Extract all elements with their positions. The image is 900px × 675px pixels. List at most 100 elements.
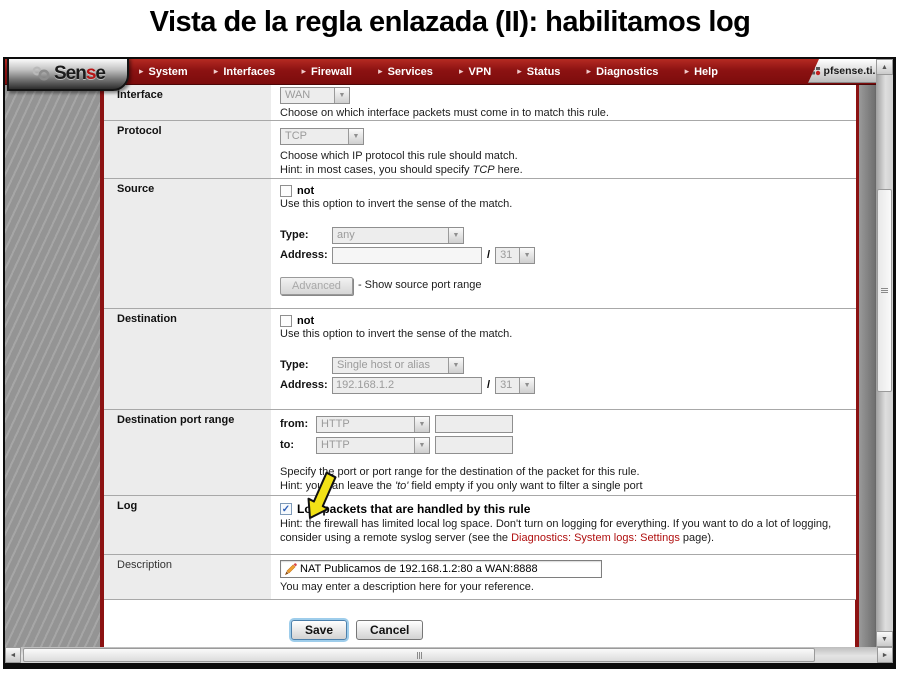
browser-tab-pfsense[interactable]: pfsense.ti. [808, 59, 878, 83]
port-from-select[interactable]: HTTP ▼ [316, 416, 430, 433]
source-not-line: not [280, 185, 848, 197]
syslog-settings-link[interactable]: Diagnostics: System logs: Settings [511, 532, 680, 544]
nav-item-vpn[interactable]: ▸ VPN [459, 66, 491, 78]
browser-screenshot: ▸ System ▸ Interfaces ▸ Firewall ▸ Servi… [3, 57, 896, 669]
port-to-line: HTTP ▼ [316, 436, 848, 454]
nav-item-status[interactable]: ▸ Status [517, 66, 560, 78]
field-value-log: ✓ Log packets that are handled by this r… [271, 496, 856, 554]
pfsense-gears-icon [31, 66, 53, 82]
log-hint: Hint: the firewall has limited local log… [280, 518, 845, 546]
field-label-dest-port-range: Destination port range [104, 410, 271, 495]
source-address-grid: Type: any ▼ Address: / 31 [280, 227, 848, 264]
field-value-description: NAT Publicamos de 192.168.1.2:80 a WAN:8… [271, 555, 856, 599]
field-value-interface: WAN ▼ Choose on which interface packets … [271, 85, 856, 120]
scroll-right-button[interactable]: ► [877, 647, 893, 663]
destination-not-checkbox[interactable] [280, 315, 292, 327]
field-value-destination: not Use this option to invert the sense … [271, 309, 856, 409]
scroll-down-button[interactable]: ▼ [876, 631, 893, 647]
destination-type-line: Single host or alias ▼ [332, 357, 848, 374]
nav-item-diagnostics[interactable]: ▸ Diagnostics [587, 66, 659, 78]
logo-text: Sense [54, 63, 105, 85]
protocol-hint: Hint: in most cases, you should specify … [280, 164, 848, 178]
destination-invert-description: Use this option to invert the sense of t… [280, 328, 848, 342]
firewall-rule-form: Interface WAN ▼ Choose on which interfac… [104, 85, 856, 600]
source-mask-select[interactable]: 31 ▼ [495, 247, 535, 264]
field-label-log: Log [104, 496, 271, 554]
form-row-interface: Interface WAN ▼ Choose on which interfac… [104, 85, 856, 121]
interface-select[interactable]: WAN ▼ [280, 87, 350, 104]
background-left-panel [5, 59, 100, 663]
source-address-line: / 31 ▼ [332, 247, 848, 264]
select-arrow-icon: ▼ [448, 358, 463, 373]
advanced-button[interactable]: Advanced [280, 277, 353, 295]
scroll-left-button[interactable]: ◄ [5, 647, 21, 663]
vertical-scrollbar[interactable]: ▲ ▼ [876, 59, 893, 647]
page-title: Vista de la regla enlazada (II): habilit… [0, 6, 900, 39]
cancel-button[interactable]: Cancel [356, 620, 423, 640]
nav-item-help[interactable]: ▸ Help [685, 66, 718, 78]
menu-arrow-icon: ▸ [517, 67, 522, 76]
annotation-arrow-icon [301, 471, 345, 521]
port-from-custom-input[interactable] [435, 415, 513, 433]
field-label-source: Source [104, 179, 271, 308]
vertical-scroll-thumb[interactable] [877, 189, 892, 392]
field-label-description: Description [104, 555, 271, 599]
field-value-source: not Use this option to invert the sense … [271, 179, 856, 308]
menu-arrow-icon: ▸ [459, 67, 464, 76]
field-label-destination: Destination [104, 309, 271, 409]
menu-arrow-icon: ▸ [587, 67, 592, 76]
nav-item-interfaces[interactable]: ▸ Interfaces [214, 66, 276, 78]
horizontal-scrollbar[interactable]: ◄ ► [5, 647, 893, 663]
select-arrow-icon: ▼ [348, 129, 363, 144]
field-label-interface: Interface [104, 85, 271, 120]
source-type-select[interactable]: any ▼ [332, 227, 464, 244]
form-row-dest-port-range: Destination port range from: HTTP ▼ to: [104, 410, 856, 496]
nav-item-system[interactable]: ▸ System [139, 66, 188, 78]
menu-arrow-icon: ▸ [214, 67, 219, 76]
source-invert-description: Use this option to invert the sense of t… [280, 198, 848, 212]
menu-arrow-icon: ▸ [301, 67, 306, 76]
horizontal-scroll-thumb[interactable] [23, 648, 815, 662]
advanced-description: - Show source port range [358, 279, 482, 293]
destination-address-input[interactable] [332, 377, 482, 394]
field-label-protocol: Protocol [104, 121, 271, 178]
source-address-input[interactable] [332, 247, 482, 264]
protocol-description: Choose which IP protocol this rule shoul… [280, 150, 848, 164]
port-range-grid: from: HTTP ▼ to: HTTP ▼ [280, 415, 848, 454]
log-checkbox[interactable]: ✓ [280, 503, 292, 515]
select-arrow-icon: ▼ [519, 248, 534, 263]
menu-arrow-icon: ▸ [685, 67, 690, 76]
nav-item-firewall[interactable]: ▸ Firewall [301, 66, 352, 78]
field-value-protocol: TCP ▼ Choose which IP protocol this rule… [271, 121, 856, 178]
form-row-destination: Destination not Use this option to inver… [104, 309, 856, 410]
log-checkbox-line: ✓ Log packets that are handled by this r… [280, 502, 848, 516]
save-button[interactable]: Save [291, 620, 347, 640]
form-row-description: Description NAT Publicamos de 192.168.1.… [104, 555, 856, 600]
tab-label: pfsense.ti. [824, 65, 876, 77]
destination-not-line: not [280, 315, 848, 327]
select-arrow-icon: ▼ [334, 88, 349, 103]
port-to-select[interactable]: HTTP ▼ [316, 437, 430, 454]
menu-arrow-icon: ▸ [139, 67, 144, 76]
nav-item-services[interactable]: ▸ Services [378, 66, 433, 78]
pfsense-logo: Sense [7, 57, 129, 91]
form-row-log: Log ✓ Log packets that are handled by th… [104, 496, 856, 555]
form-row-protocol: Protocol TCP ▼ Choose which IP protocol … [104, 121, 856, 179]
scroll-up-button[interactable]: ▲ [876, 59, 893, 75]
port-to-custom-input[interactable] [435, 436, 513, 454]
description-input[interactable]: NAT Publicamos de 192.168.1.2:80 a WAN:8… [280, 560, 602, 578]
menu-arrow-icon: ▸ [378, 67, 383, 76]
destination-type-select[interactable]: Single host or alias ▼ [332, 357, 464, 374]
field-value-dest-port-range: from: HTTP ▼ to: HTTP ▼ [271, 410, 856, 495]
destination-mask-select[interactable]: 31 ▼ [495, 377, 535, 394]
source-not-checkbox[interactable] [280, 185, 292, 197]
slide: Vista de la regla enlazada (II): habilit… [0, 0, 900, 675]
select-arrow-icon: ▼ [414, 417, 429, 432]
grip-icon [417, 652, 422, 659]
protocol-select[interactable]: TCP ▼ [280, 128, 364, 145]
form-row-source: Source not Use this option to invert the… [104, 179, 856, 309]
destination-address-grid: Type: Single host or alias ▼ Address: / [280, 357, 848, 394]
form-buttons: Save Cancel [291, 620, 423, 640]
port-range-hint: Hint: you can leave the 'to' field empty… [280, 480, 848, 494]
select-arrow-icon: ▼ [448, 228, 463, 243]
